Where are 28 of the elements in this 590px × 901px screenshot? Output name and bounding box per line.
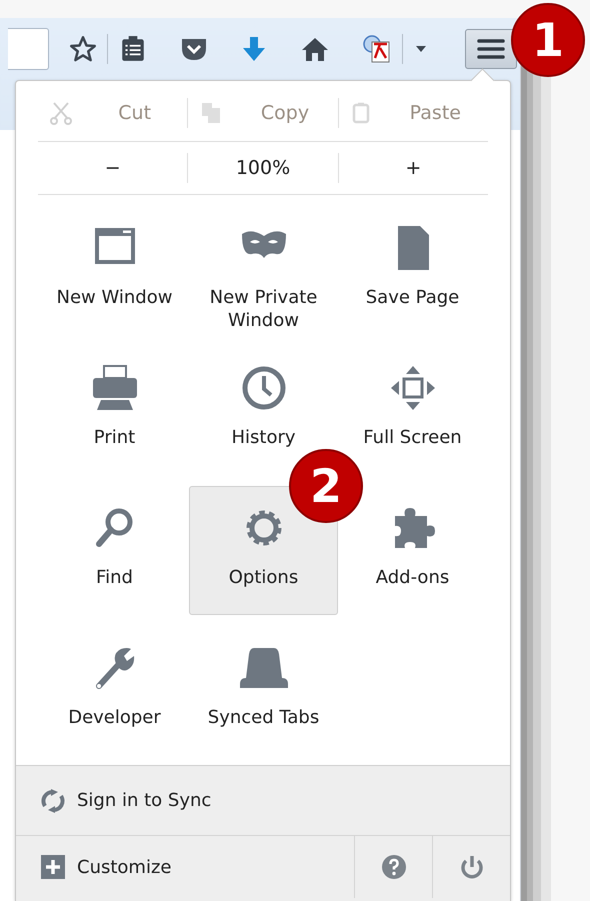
step-badge: 1	[511, 3, 585, 77]
scissors-icon	[50, 100, 72, 124]
sign-in-button[interactable]: Sign in to Sync	[16, 766, 510, 836]
star-icon[interactable]	[69, 35, 97, 63]
power-icon	[458, 854, 484, 880]
address-field[interactable]	[8, 28, 49, 70]
help-icon	[382, 855, 406, 879]
document-icon[interactable]	[362, 34, 392, 64]
zoom-in-button[interactable]: +	[338, 142, 488, 194]
menu-item[interactable]: New Private Window	[189, 206, 338, 335]
menu-icon	[477, 38, 505, 60]
dropdown-caret-icon[interactable]	[415, 45, 427, 53]
menu-item[interactable]: Save Page	[338, 206, 487, 335]
menu-item[interactable]: Developer	[40, 626, 189, 755]
home-icon[interactable]	[301, 36, 329, 62]
plus-icon	[41, 855, 65, 879]
download-arrow-icon[interactable]	[241, 35, 267, 63]
menu-item[interactable]: Print	[40, 346, 189, 475]
sync-icon	[41, 788, 65, 812]
menu-item[interactable]: Find	[40, 486, 189, 615]
customize-button[interactable]: Customize	[16, 836, 354, 898]
list-icon[interactable]	[120, 35, 146, 63]
zoom-reset-button[interactable]: 100%	[188, 142, 338, 194]
pocket-icon[interactable]	[180, 36, 208, 62]
menu-item[interactable]: New Window	[40, 206, 189, 335]
zoom-out-button[interactable]: −	[38, 142, 188, 194]
copy-icon	[200, 100, 222, 124]
menu-item[interactable]: Synced Tabs	[189, 626, 338, 755]
